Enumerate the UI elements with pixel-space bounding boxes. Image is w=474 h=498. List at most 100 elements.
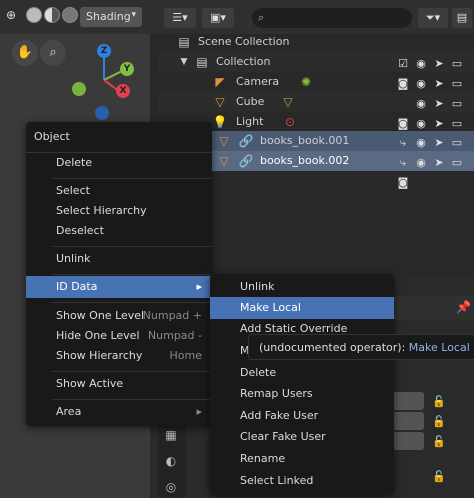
menu-divider [52, 399, 212, 400]
menu-item-add-fake-user[interactable]: Add Fake User [210, 405, 394, 427]
physics-tab-icon[interactable]: ◐ [160, 450, 182, 472]
menu-divider [52, 274, 212, 275]
linked-object-icon: ▽ [219, 154, 229, 168]
menu-item-deselect[interactable]: Deselect [26, 220, 212, 242]
shortcut-label: Numpad + [142, 309, 202, 322]
cursor-icon[interactable]: ➤ [430, 133, 448, 153]
eye-icon[interactable]: ◉ [412, 153, 430, 173]
gizmo-neg-y-icon[interactable] [72, 82, 86, 96]
row-label: Cube [236, 95, 265, 108]
search-input[interactable]: ⌕ [252, 8, 412, 28]
menu-item-select-linked[interactable]: Select Linked [210, 470, 394, 492]
mesh-data-icon[interactable]: ▽ [280, 94, 296, 110]
visibility-toggles: ⤷◉➤▭ ◙ [394, 153, 474, 193]
menu-item-delete[interactable]: Delete [26, 152, 212, 174]
cursor-icon[interactable]: ➤ [430, 74, 448, 94]
camera-icon[interactable]: ◙ [394, 173, 412, 193]
search-icon: ⌕ [258, 11, 265, 24]
lock-icon[interactable]: 🔓 [432, 435, 446, 448]
menu-item-show-hierarchy[interactable]: Show Hierarchy Home [26, 345, 212, 367]
tree-row-collection[interactable]: ▼ ▤ Collection ☑ ◉ ➤ ▭◙ [158, 52, 474, 90]
light-data-icon[interactable]: ⊙ [282, 114, 298, 130]
hand-icon[interactable]: ✋ [12, 40, 38, 66]
collection-icon: ▤ [196, 55, 208, 69]
tree-row-cube[interactable]: ▽ Cube ▽ ◉ ➤ ▭◙ [158, 92, 474, 130]
menu-item-select[interactable]: Select [26, 180, 212, 202]
eye-icon[interactable]: ◉ [412, 74, 430, 94]
constraints-tab-icon[interactable]: ◎ [160, 476, 182, 498]
cursor-icon[interactable]: ➤ [430, 54, 448, 74]
navigation-gizmo[interactable]: Z Y X [62, 44, 150, 120]
hierarchy-icon[interactable]: ⤷ [394, 153, 412, 173]
hierarchy-icon[interactable]: ⤷ [394, 133, 412, 153]
solid-shading-icon[interactable] [26, 7, 42, 23]
monitor-icon[interactable]: ▭ [448, 133, 466, 153]
monitor-icon[interactable]: ▭ [448, 54, 466, 74]
menu-divider [52, 371, 212, 372]
eye-icon[interactable]: ◉ [412, 133, 430, 153]
menu-item-make-local[interactable]: Make Local [210, 297, 394, 319]
linked-object-icon: ▽ [219, 134, 229, 148]
lock-icon[interactable]: 🔓 [432, 415, 446, 428]
cursor-icon[interactable]: ➤ [430, 94, 448, 114]
shortcut-label: Home [169, 349, 202, 362]
scene-collection-icon: ▤ [178, 35, 190, 49]
lock-icon[interactable]: 🔓 [432, 470, 446, 483]
rendered-shading-icon[interactable] [62, 7, 78, 23]
gizmo-y-icon[interactable]: Y [120, 62, 134, 76]
menu-item-show-one-level[interactable]: Show One Level Numpad + [26, 305, 212, 327]
texture-tab-icon[interactable]: ▦ [160, 424, 182, 446]
camera-object-icon: ◤ [215, 75, 225, 89]
mesh-object-icon: ▽ [215, 95, 225, 109]
menu-title: Object [34, 130, 70, 143]
eye-icon[interactable]: ◉ [412, 54, 430, 74]
tree-row-scene-collection[interactable]: ▤ Scene Collection [158, 32, 474, 52]
monitor-icon[interactable]: ▭ [448, 94, 466, 114]
display-mode-dropdown[interactable]: ☰▾ [164, 8, 196, 28]
row-label: books_book.001 [260, 134, 350, 147]
filter-dropdown[interactable]: ⏷▾ [418, 8, 448, 28]
camera-data-icon[interactable]: ✺ [298, 74, 314, 90]
menu-item-select-hierarchy[interactable]: Select Hierarchy [26, 200, 212, 222]
lock-icon[interactable]: 🔓 [432, 395, 446, 408]
cursor-icon[interactable]: ➤ [430, 153, 448, 173]
submenu-arrow-icon: ▸ [196, 405, 202, 418]
shading-label: Shading [86, 10, 131, 23]
overlay-icon[interactable]: ⊕ [6, 8, 16, 22]
menu-item-unlink[interactable]: Unlink [210, 276, 394, 298]
image-icon: ▣▾ [210, 11, 226, 24]
row-label: books_book.002 [260, 154, 350, 167]
object-context-menu: Object Delete Select Select Hierarchy De… [26, 122, 212, 426]
monitor-icon[interactable]: ▭ [448, 153, 466, 173]
gizmo-x-icon[interactable]: X [116, 84, 130, 98]
chevron-down-icon: ▾ [131, 10, 136, 20]
expand-arrow-icon[interactable]: ▼ [176, 54, 192, 70]
menu-item-id-data[interactable]: ID Data ▸ [26, 276, 212, 298]
menu-divider [52, 302, 212, 303]
row-label: Light [236, 115, 264, 128]
row-label: Scene Collection [198, 35, 290, 48]
menu-item-area[interactable]: Area ▸ [26, 401, 212, 423]
pin-icon[interactable]: 📌 [456, 300, 471, 314]
menu-item-hide-one-level[interactable]: Hide One Level Numpad - [26, 325, 212, 347]
material-shading-icon[interactable] [44, 7, 60, 23]
new-collection-button[interactable]: ▤ [452, 8, 472, 28]
gizmo-z-icon[interactable]: Z [97, 44, 111, 58]
tree-row-camera[interactable]: ◤ Camera ✺ ◉➤▭◙ [158, 72, 474, 110]
menu-divider [52, 178, 212, 179]
light-object-icon: 💡 [212, 115, 228, 129]
menu-item-delete[interactable]: Delete [210, 362, 394, 384]
menu-item-unlink[interactable]: Unlink [26, 248, 212, 270]
gizmo-neg-z-icon[interactable] [95, 106, 109, 120]
menu-item-rename[interactable]: Rename [210, 448, 394, 470]
eye-icon[interactable]: ◉ [412, 94, 430, 114]
menu-divider [52, 246, 212, 247]
checkbox-icon[interactable]: ☑ [394, 54, 412, 74]
menu-item-clear-fake-user[interactable]: Clear Fake User [210, 426, 394, 448]
menu-item-show-active[interactable]: Show Active [26, 373, 212, 395]
shading-dropdown[interactable]: Shading ▾ [80, 7, 142, 27]
funnel-icon: ⏷▾ [425, 11, 441, 24]
menu-item-remap-users[interactable]: Remap Users [210, 383, 394, 405]
filter-type-dropdown[interactable]: ▣▾ [202, 8, 234, 28]
monitor-icon[interactable]: ▭ [448, 74, 466, 94]
